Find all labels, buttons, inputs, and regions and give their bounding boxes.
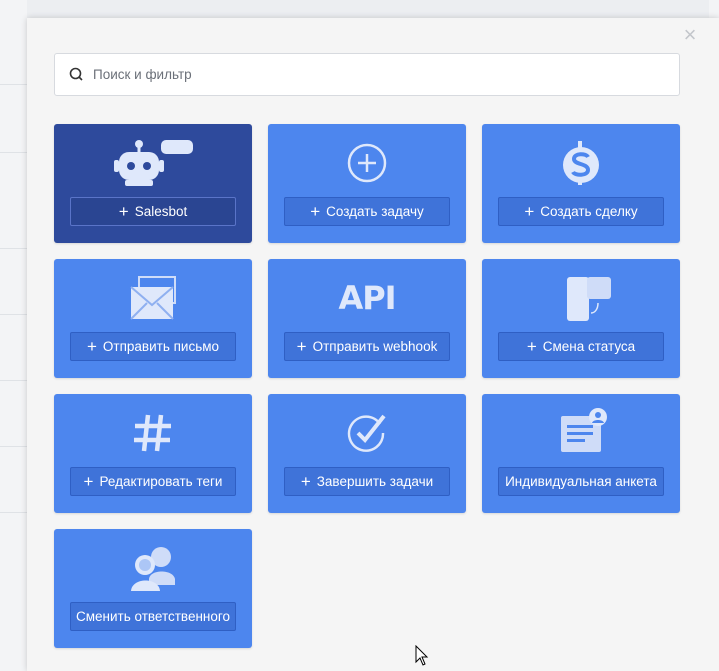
send-webhook-button[interactable]: + Отправить webhook: [284, 332, 450, 361]
tile-change-responsible[interactable]: Сменить ответственного: [54, 529, 252, 648]
tile-label: Создать задачу: [326, 204, 424, 219]
background-divider: [0, 152, 27, 153]
plus-icon: +: [526, 337, 537, 356]
search-box[interactable]: [54, 53, 680, 96]
plus-icon: +: [83, 472, 94, 491]
robot-icon: [54, 136, 252, 190]
tile-label: Отправить webhook: [312, 339, 438, 354]
change-responsible-button[interactable]: Сменить ответственного: [70, 602, 236, 631]
edit-tags-button[interactable]: + Редактировать теги: [70, 467, 236, 496]
profile-form-icon: [482, 406, 680, 460]
change-status-button[interactable]: + Смена статуса: [498, 332, 664, 361]
tile-edit-tags[interactable]: + Редактировать теги: [54, 394, 252, 513]
action-picker-modal: × + Salesbot: [27, 18, 719, 671]
plus-icon: +: [118, 202, 129, 221]
tile-complete-tasks[interactable]: + Завершить задачи: [268, 394, 466, 513]
plus-icon: +: [524, 202, 535, 221]
create-task-button[interactable]: + Создать задачу: [284, 197, 450, 226]
dollar-icon: [482, 136, 680, 190]
tile-label: Отправить письмо: [102, 339, 220, 354]
tile-label: Редактировать теги: [99, 474, 223, 489]
api-icon: API: [268, 271, 466, 325]
tile-change-status[interactable]: + Смена статуса: [482, 259, 680, 378]
tile-label: Salesbot: [134, 204, 188, 219]
tile-label: Сменить ответственного: [75, 609, 231, 624]
background-divider: [0, 84, 27, 85]
plus-circle-icon: [268, 136, 466, 190]
complete-tasks-button[interactable]: + Завершить задачи: [284, 467, 450, 496]
envelope-icon: [54, 271, 252, 325]
plus-icon: +: [86, 337, 97, 356]
api-icon-text: API: [338, 279, 396, 317]
tile-create-task[interactable]: + Создать задачу: [268, 124, 466, 243]
plus-icon: +: [296, 337, 307, 356]
background-divider: [0, 248, 27, 249]
add-salesbot-button[interactable]: + Salesbot: [70, 197, 236, 226]
tile-label: Смена статуса: [542, 339, 636, 354]
tile-send-email[interactable]: + Отправить письмо: [54, 259, 252, 378]
search-icon: [69, 67, 83, 81]
tile-send-webhook[interactable]: API + Отправить webhook: [268, 259, 466, 378]
tile-individual-form[interactable]: Индивидуальная анкета: [482, 394, 680, 513]
users-icon: [54, 541, 252, 595]
individual-form-button[interactable]: Индивидуальная анкета: [498, 467, 664, 496]
plus-icon: +: [310, 202, 321, 221]
close-icon[interactable]: ×: [681, 24, 699, 46]
tile-label: Индивидуальная анкета: [505, 474, 657, 489]
search-input[interactable]: [91, 66, 679, 83]
background-divider: [0, 446, 27, 447]
background-left-panel: [0, 0, 27, 671]
tile-create-deal[interactable]: + Создать сделку: [482, 124, 680, 243]
tile-label: Завершить задачи: [316, 474, 434, 489]
send-email-button[interactable]: + Отправить письмо: [70, 332, 236, 361]
check-circle-icon: [268, 406, 466, 460]
tile-label: Создать сделку: [540, 204, 638, 219]
background-divider: [0, 314, 27, 315]
background-divider: [0, 380, 27, 381]
tile-salesbot[interactable]: + Salesbot: [54, 124, 252, 243]
create-deal-button[interactable]: + Создать сделку: [498, 197, 664, 226]
mouse-cursor-icon: [415, 645, 429, 666]
plus-icon: +: [300, 472, 311, 491]
hashtag-icon: [54, 406, 252, 460]
background-divider: [0, 512, 27, 513]
status-change-icon: [482, 271, 680, 325]
